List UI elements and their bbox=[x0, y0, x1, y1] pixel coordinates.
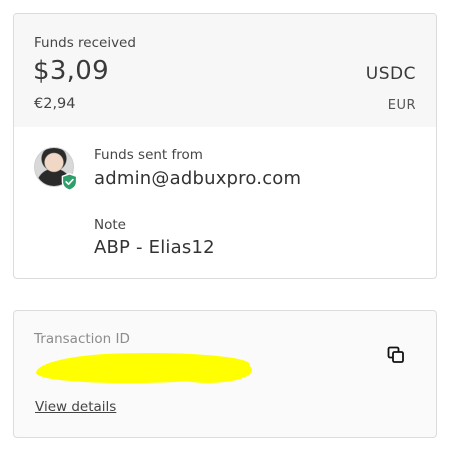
view-details-link[interactable]: View details bbox=[35, 399, 116, 415]
transaction-id-label: Transaction ID bbox=[34, 331, 130, 347]
fiat-amount: €2,94 bbox=[34, 96, 76, 112]
funds-summary: Funds received $3,09 USDC €2,94 EUR bbox=[14, 14, 436, 127]
note-label: Note bbox=[94, 217, 126, 233]
fiat-currency: EUR bbox=[387, 98, 416, 113]
funds-card: Funds received $3,09 USDC €2,94 EUR Fund… bbox=[13, 13, 437, 279]
note-value: ABP - Elias12 bbox=[94, 237, 215, 258]
funds-currency: USDC bbox=[365, 64, 416, 84]
sender-email: admin@adbuxpro.com bbox=[94, 168, 302, 189]
transaction-card: Transaction ID View details bbox=[13, 310, 437, 438]
sender-label: Funds sent from bbox=[94, 147, 203, 163]
funds-received-label: Funds received bbox=[34, 35, 136, 51]
redaction-mark bbox=[164, 357, 252, 383]
funds-amount: $3,09 bbox=[33, 56, 109, 86]
verified-shield-icon bbox=[61, 173, 78, 191]
copy-icon[interactable] bbox=[386, 345, 406, 365]
